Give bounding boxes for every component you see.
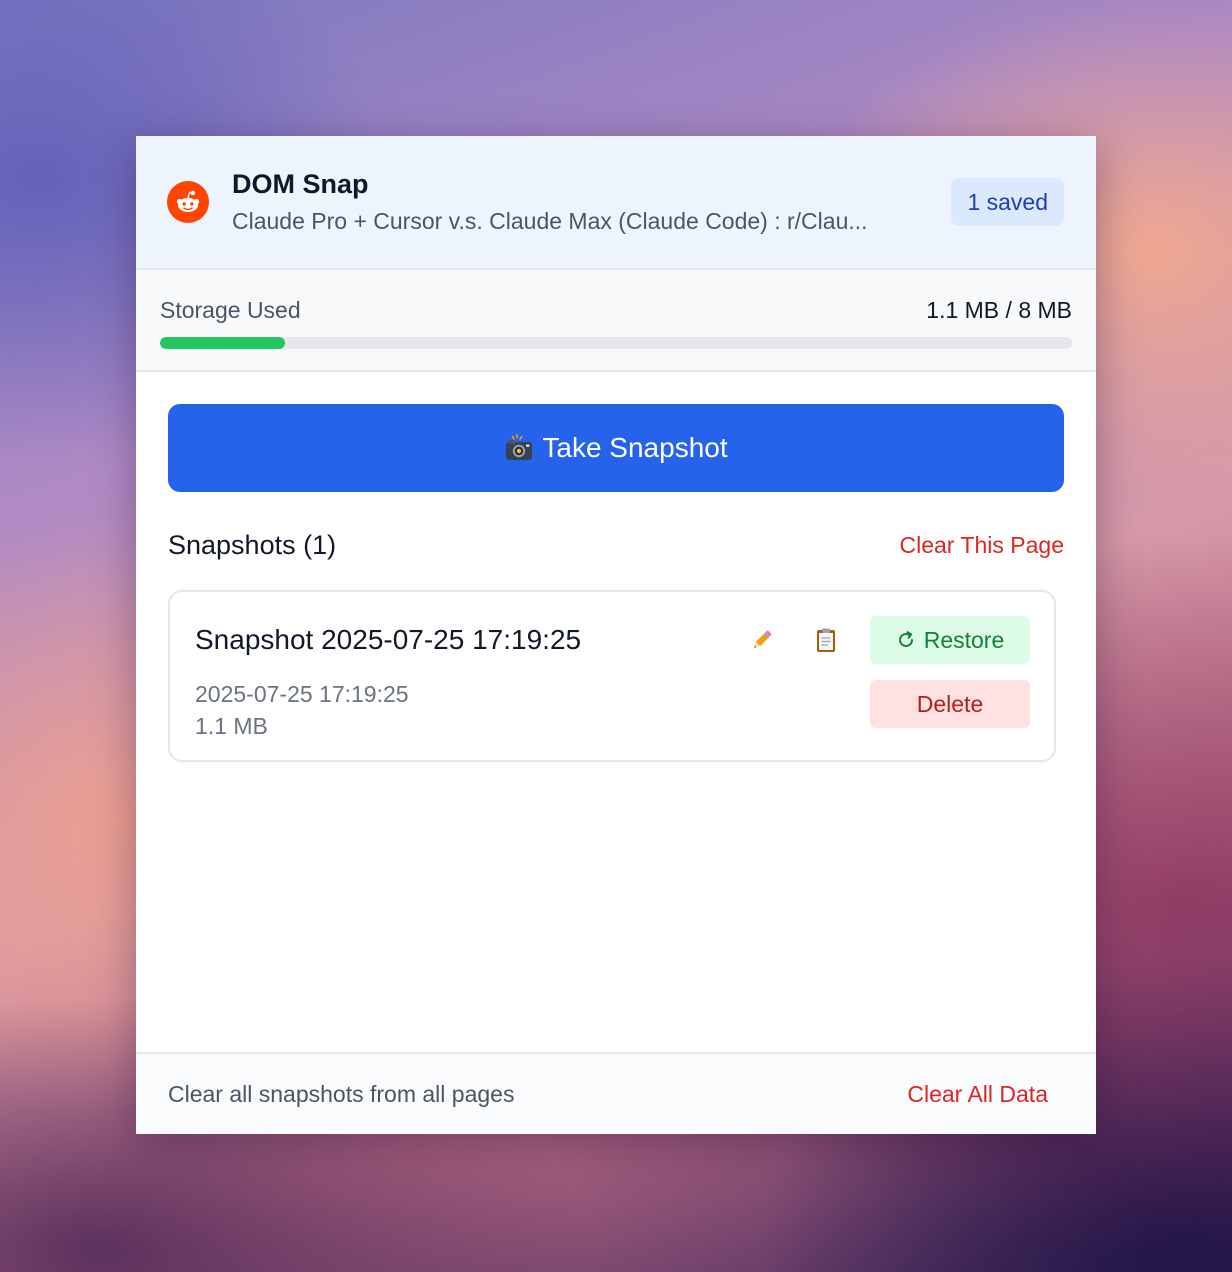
snapshots-list-header: Snapshots (1) Clear This Page (168, 528, 1064, 562)
snapshot-card: Snapshot 2025-07-25 17:19:25 2025-07-25 … (168, 590, 1056, 762)
clipboard-icon[interactable] (810, 624, 842, 656)
extension-popup: DOM Snap Claude Pro + Cursor v.s. Claude… (136, 136, 1096, 1134)
storage-label: Storage Used (160, 296, 301, 323)
clear-this-page-link[interactable]: Clear This Page (900, 532, 1065, 559)
storage-progress-fill (160, 337, 286, 349)
page-title: Claude Pro + Cursor v.s. Claude Max (Cla… (232, 208, 868, 234)
reddit-icon (167, 181, 209, 223)
storage-row: Storage Used 1.1 MB / 8 MB (160, 294, 1072, 326)
storage-value: 1.1 MB / 8 MB (926, 296, 1072, 323)
popup-header: DOM Snap Claude Pro + Cursor v.s. Claude… (136, 136, 1096, 270)
clear-all-data-link[interactable]: Clear All Data (907, 1081, 1048, 1108)
snapshots-title: Snapshots (1) (168, 529, 337, 560)
refresh-icon (896, 630, 916, 650)
storage-section: Storage Used 1.1 MB / 8 MB (136, 270, 1096, 372)
delete-button[interactable]: Delete (870, 680, 1030, 728)
restore-button[interactable]: Restore (870, 616, 1030, 664)
take-snapshot-button[interactable]: Take Snapshot (168, 404, 1064, 492)
popup-footer: Clear all snapshots from all pages Clear… (136, 1052, 1096, 1134)
camera-flash-icon (504, 434, 534, 462)
storage-progress-bar (160, 337, 1072, 349)
pencil-icon[interactable] (746, 624, 778, 656)
saved-count-badge: 1 saved (951, 178, 1064, 226)
restore-label: Restore (923, 626, 1005, 653)
take-snapshot-label: Take Snapshot (542, 432, 728, 463)
app-title: DOM Snap (232, 169, 369, 199)
header-text: DOM Snap Claude Pro + Cursor v.s. Claude… (232, 167, 925, 237)
main-content: Take Snapshot Snapshots (1) Clear This P… (136, 372, 1096, 1052)
footer-note: Clear all snapshots from all pages (168, 1080, 515, 1107)
